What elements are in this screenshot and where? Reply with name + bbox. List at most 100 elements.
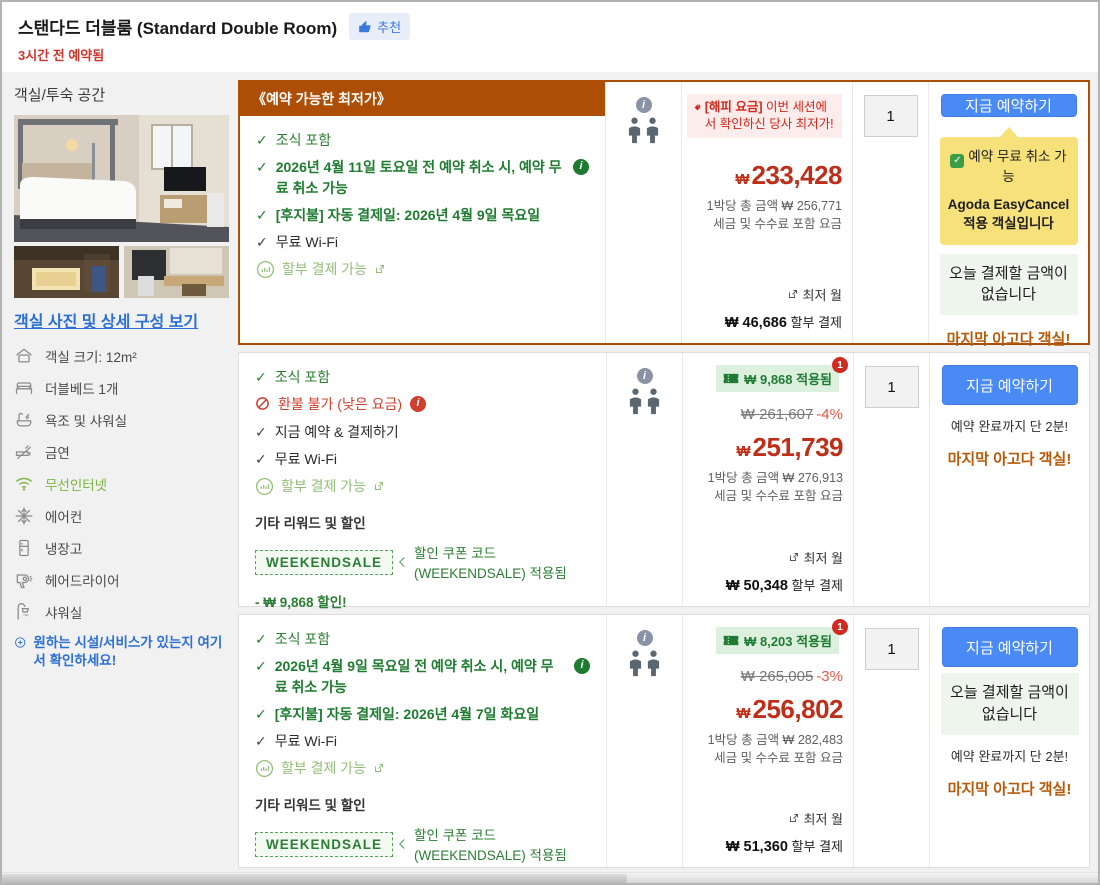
rewards-section-title: 기타 리워드 및 할인 [255,798,366,814]
occupancy-info-icon[interactable]: i [636,368,653,384]
installment-available-link[interactable]: 할부 결제 가능 [256,259,589,279]
offer2-action-column: 지금 예약하기 예약 완료까지 단 2분! 마지막 아고다 객실! [929,353,1089,606]
shower-icon [14,602,34,622]
amenity-label: 무선인터넷 [45,478,108,493]
offer3-price-column: ₩ 8,203 적용됨 1 ₩ 265,005 -3% ₩256,802 1박당 … [682,615,853,867]
offer-list: 《예약 가능한 최저가》 ✓ 조식 포함 ✓ 2026년 4월 11일 토요일 전 … [238,80,1090,872]
quantity-selector[interactable]: 1 [863,95,918,137]
hair-dryer-icon [14,570,34,590]
air-conditioner-icon [14,506,34,526]
info-icon[interactable]: i [574,658,590,675]
info-icon[interactable]: i [410,396,427,413]
last-room-note: 마지막 아고다 객실! [947,780,1072,798]
occupancy-info-icon[interactable]: i [635,97,652,113]
amenity-label: 금연 [45,446,70,461]
offer-row-3: ✓ 조식 포함 ✓ 2026년 4월 9일 목요일 전 예약 취소 시, 예약 무료… [238,614,1090,868]
quantity-selector[interactable]: 1 [864,628,919,670]
installment-summary: 최저 월 ₩ 46,686 할부 결제 [724,287,842,332]
room-photo-main[interactable] [14,115,229,242]
installment-icon [255,477,274,495]
page-title: 스탠다드 더블룸 (Standard Double Room) [18,19,338,38]
amenity-shower: 샤워실 [14,602,232,622]
tax-note: 세금 및 수수료 포함 요금 [713,216,842,231]
recommended-badge: 추천 [349,13,411,40]
check-icon: ✓ [256,206,268,223]
amenity-label: 냉장고 [45,542,83,557]
room-photo-thumb-desk[interactable] [124,246,229,298]
amenity-bathtub: 욕조 및 샤워실 [14,410,232,430]
bed-icon [14,378,34,398]
offer2-features-column: ✓ 조식 포함 환불 불가 (낮은 요금) i ✓ 지금 예약 & 결제하기 ✓ 무료 … [239,353,606,610]
quantity-selector[interactable]: 1 [864,366,919,408]
plus-circle-icon [15,637,26,648]
rewards-section-title: 기타 리워드 및 할인 [255,516,366,532]
installment-available-link[interactable]: 할부 결제 가능 [255,758,590,778]
applied-count-badge: 1 [832,619,848,635]
horizontal-scrollbar[interactable] [2,872,1098,883]
room-photo-thumb-lobby[interactable] [14,246,119,298]
offer2-quantity-column: 1 [853,353,929,606]
offer1-action-column: 지금 예약하기 ✓ 예약 무료 취소 가능 Agoda EasyCancel 적용… [928,82,1088,348]
person-icon [629,388,642,415]
offer-row-2: ✓ 조식 포함 환불 불가 (낮은 요금) i ✓ 지금 예약 & 결제하기 ✓ 무료 … [238,352,1090,610]
booking-duration-note: 예약 완료까지 단 2분! [950,419,1069,434]
amenity-wifi: 무선인터넷 [14,474,232,494]
recently-booked-note: 3시간 전 예약됨 [18,48,105,63]
page: 스탠다드 더블룸 (Standard Double Room) 추천 3시간 전… [0,0,1100,885]
coupon-applied-badge: ₩ 8,203 적용됨 1 [716,619,848,654]
installment-available-link[interactable]: 할부 결제 가능 [255,476,590,496]
no-refund-icon [256,397,269,411]
refrigerator-icon [14,538,34,558]
installment-summary: 최저 월 ₩ 51,360 할부 결제 [725,811,843,856]
book-now-button[interactable]: 지금 예약하기 [941,627,1078,667]
amenity-label: 헤어드라이어 [45,574,120,589]
feature-free-wifi: ✓ 무료 Wi-Fi [256,232,589,252]
lowest-price-banner: 《예약 가능한 최저가》 [240,82,605,116]
monthly-installment-icon [788,290,797,298]
applied-count-badge: 1 [832,357,848,373]
bathtub-icon [14,410,34,430]
facilities-check-link[interactable]: 원하는 시설/서비스가 있는지 여기서 확인하세요! [14,634,232,670]
offer2-occupancy-column: i [606,353,682,606]
coupon-applied-text: 할인 쿠폰 코드(WEEKENDSALE) 적용됨 [414,828,567,864]
coupon-code-tag: WEEKENDSALE [255,549,394,575]
person-icon [629,650,642,677]
tax-note: 세금 및 수수료 포함 요금 [714,751,843,766]
room-photo-thumbnails [14,246,232,298]
coupon-code-tag: WEEKENDSALE [255,831,394,857]
monthly-installment-icon [789,814,798,822]
per-night-total: 1박당 총 금액 ₩ 256,771 [706,198,842,213]
amenity-air-conditioner: 에어컨 [14,506,232,526]
price-tag-icon [694,104,701,111]
installment-icon [256,260,275,279]
offer1-features-column: 《예약 가능한 최저가》 ✓ 조식 포함 ✓ 2026년 4월 11일 토요일 전 … [240,82,605,343]
feature-free-wifi: ✓ 무료 Wi-Fi [255,449,590,469]
original-price-line: ₩ 261,607 -4% [740,406,843,423]
check-icon: ✓ [255,423,267,440]
coupon-notch-icon [399,557,405,568]
offer3-action-column: 지금 예약하기 오늘 결제할 금액이 없습니다 예약 완료까지 단 2분! 마지… [929,615,1089,867]
external-link-icon [375,482,384,491]
wifi-icon [14,474,34,494]
occupancy-info-icon[interactable]: i [636,630,653,646]
book-now-button[interactable]: 지금 예약하기 [941,365,1078,405]
recommended-badge-label: 추천 [377,20,402,35]
amenity-label: 객실 크기: 12m² [45,350,137,365]
person-icon [646,117,659,144]
book-now-button[interactable]: 지금 예약하기 [940,94,1077,117]
amenity-label: 샤워실 [45,606,83,621]
info-icon[interactable]: i [573,159,589,176]
original-price-line: ₩ 265,005 -3% [740,668,843,685]
thumbs-up-icon [359,20,371,32]
offer1-quantity-column: 1 [852,82,928,343]
installment-summary: 최저 월 ₩ 50,348 할부 결제 [725,550,843,595]
occupancy-icons [628,650,661,678]
horizontal-scrollbar-thumb[interactable] [2,874,627,883]
feature-breakfast: ✓ 조식 포함 [256,130,589,150]
coupon-notch-icon [399,839,405,850]
easycancel-tooltip: ✓ 예약 무료 취소 가능 Agoda EasyCancel 적용 객실입니다 [939,137,1078,245]
ticket-icon [723,373,739,384]
offer2-price-column: ₩ 9,868 적용됨 1 ₩ 261,607 -4% ₩251,739 1박당 … [682,353,853,606]
feature-free-cancellation: ✓ 2026년 4월 9일 목요일 전 예약 취소 시, 예약 무료 취소 가능 i [255,656,590,697]
room-photos-details-link[interactable]: 객실 사진 및 상세 구성 보기 [14,308,198,332]
